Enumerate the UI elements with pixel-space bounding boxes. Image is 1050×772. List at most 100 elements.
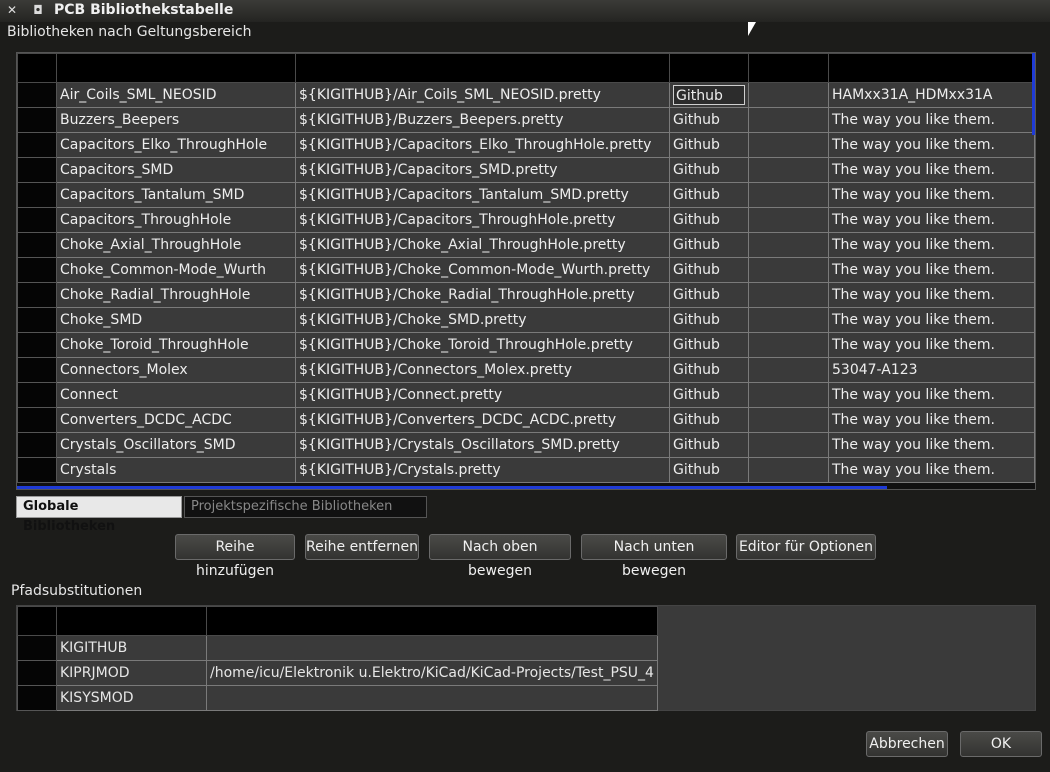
library-grid[interactable]: Air_Coils_SML_NEOSID ${KIGITHUB}/Air_Coil… [16, 52, 1036, 490]
library-description-cell[interactable]: The way you like them. [828, 432, 1035, 458]
library-description-cell[interactable]: The way you like them. [828, 132, 1035, 158]
row-header[interactable] [17, 182, 57, 208]
row-header[interactable] [17, 635, 57, 661]
close-icon[interactable]: ✕ [4, 2, 20, 18]
library-uri-cell[interactable]: ${KIGITHUB}/Choke_SMD.pretty [295, 307, 670, 333]
remove-row-button[interactable]: Reihe entfernen [305, 534, 419, 560]
table-row[interactable]: Crystals_Oscillators_SMD ${KIGITHUB}/Crys… [17, 432, 1035, 458]
library-uri-cell[interactable]: ${KIGITHUB}/Choke_Common-Mode_Wurth.pret… [295, 257, 670, 283]
env-name-cell[interactable]: KIPRJMOD [56, 660, 207, 686]
env-name-cell[interactable]: KISYSMOD [56, 685, 207, 711]
column-header-options[interactable] [748, 53, 829, 83]
library-description-cell[interactable]: The way you like them. [828, 107, 1035, 133]
library-type-cell[interactable]: Github [669, 207, 749, 233]
tab-global-libraries[interactable]: Globale Bibliotheken [16, 496, 182, 534]
library-uri-cell[interactable]: ${KIGITHUB}/Connect.pretty [295, 382, 670, 408]
library-description-cell[interactable]: The way you like them. [828, 232, 1035, 258]
row-header[interactable] [17, 407, 57, 433]
library-options-cell[interactable] [748, 232, 829, 258]
library-description-cell[interactable]: The way you like them. [828, 332, 1035, 358]
library-description-cell[interactable]: The way you like them. [828, 182, 1035, 208]
row-header[interactable] [17, 660, 57, 686]
row-header[interactable] [17, 232, 57, 258]
library-type-cell[interactable]: Github▼ [669, 82, 749, 108]
column-header-env-path[interactable] [206, 606, 658, 636]
library-type-cell[interactable]: Github [669, 182, 749, 208]
library-nickname-cell[interactable]: Buzzers_Beepers [56, 107, 296, 133]
column-header-uri[interactable] [295, 53, 670, 83]
table-row[interactable]: KIPRJMOD/home/icu/Elektronik u.Elektro/K… [17, 660, 658, 686]
row-header[interactable] [17, 107, 57, 133]
row-header[interactable] [17, 82, 57, 108]
ok-button[interactable]: OK [960, 731, 1042, 757]
library-description-cell[interactable]: 53047-A123 [828, 357, 1035, 383]
column-header-description[interactable] [828, 53, 1035, 83]
column-header-env-name[interactable] [56, 606, 207, 636]
library-uri-cell[interactable]: ${KIGITHUB}/Choke_Radial_ThroughHole.pre… [295, 282, 670, 308]
library-nickname-cell[interactable]: Connect [56, 382, 296, 408]
library-nickname-cell[interactable]: Choke_Toroid_ThroughHole [56, 332, 296, 358]
path-substitutions-grid[interactable]: KIGITHUB KIPRJMOD/home/icu/Elektronik u.E… [16, 605, 1036, 711]
library-type-cell[interactable]: Github [669, 407, 749, 433]
row-header[interactable] [17, 207, 57, 233]
table-row[interactable]: Connectors_Molex ${KIGITHUB}/Connectors_M… [17, 357, 1035, 383]
library-uri-cell[interactable]: ${KIGITHUB}/Crystals_Oscillators_SMD.pre… [295, 432, 670, 458]
table-row[interactable]: Choke_Radial_ThroughHole ${KIGITHUB}/Chok… [17, 282, 1035, 308]
library-nickname-cell[interactable]: Choke_SMD [56, 307, 296, 333]
env-path-cell[interactable] [206, 635, 658, 661]
env-path-cell[interactable] [206, 685, 658, 711]
library-options-cell[interactable] [748, 382, 829, 408]
library-nickname-cell[interactable]: Capacitors_SMD [56, 157, 296, 183]
library-description-cell[interactable]: The way you like them. [828, 282, 1035, 308]
env-path-cell[interactable]: /home/icu/Elektronik u.Elektro/KiCad/KiC… [206, 660, 658, 686]
table-row[interactable]: Choke_Axial_ThroughHole ${KIGITHUB}/Choke… [17, 232, 1035, 258]
row-header[interactable] [17, 382, 57, 408]
library-type-cell[interactable]: Github [669, 132, 749, 158]
library-description-cell[interactable]: The way you like them. [828, 207, 1035, 233]
library-nickname-cell[interactable]: Choke_Common-Mode_Wurth [56, 257, 296, 283]
library-uri-cell[interactable]: ${KIGITHUB}/Choke_Toroid_ThroughHole.pre… [295, 332, 670, 358]
library-uri-cell[interactable]: ${KIGITHUB}/Choke_Axial_ThroughHole.pret… [295, 232, 670, 258]
library-nickname-cell[interactable]: Capacitors_Elko_ThroughHole [56, 132, 296, 158]
library-type-cell[interactable]: Github [669, 332, 749, 358]
library-nickname-cell[interactable]: Choke_Radial_ThroughHole [56, 282, 296, 308]
library-options-cell[interactable] [748, 182, 829, 208]
library-description-cell[interactable]: The way you like them. [828, 457, 1035, 483]
library-options-cell[interactable] [748, 457, 829, 483]
column-header-type[interactable] [669, 53, 749, 83]
library-type-cell[interactable]: Github [669, 457, 749, 483]
library-type-cell[interactable]: Github [669, 432, 749, 458]
library-options-cell[interactable] [748, 107, 829, 133]
library-description-cell[interactable]: The way you like them. [828, 382, 1035, 408]
library-uri-cell[interactable]: ${KIGITHUB}/Air_Coils_SML_NEOSID.pretty [295, 82, 670, 108]
library-description-cell[interactable]: The way you like them. [828, 157, 1035, 183]
library-options-cell[interactable] [748, 307, 829, 333]
row-header[interactable] [17, 132, 57, 158]
library-nickname-cell[interactable]: Crystals [56, 457, 296, 483]
grid-scrollbar-horizontal[interactable] [17, 486, 887, 489]
library-nickname-cell[interactable]: Capacitors_Tantalum_SMD [56, 182, 296, 208]
table-row[interactable]: Capacitors_SMD ${KIGITHUB}/Capacitors_SMD… [17, 157, 1035, 183]
env-name-cell[interactable]: KIGITHUB [56, 635, 207, 661]
library-type-cell[interactable]: Github [669, 257, 749, 283]
library-description-cell[interactable]: The way you like them. [828, 407, 1035, 433]
move-down-button[interactable]: Nach unten bewegen [581, 534, 727, 579]
table-row[interactable]: KISYSMOD [17, 685, 658, 711]
cancel-button[interactable]: Abbrechen [866, 731, 948, 757]
library-description-cell[interactable]: HAMxx31A_HDMxx31A [828, 82, 1035, 108]
table-row[interactable]: Capacitors_Tantalum_SMD ${KIGITHUB}/Capac… [17, 182, 1035, 208]
row-header[interactable] [17, 257, 57, 283]
library-nickname-cell[interactable]: Crystals_Oscillators_SMD [56, 432, 296, 458]
table-row[interactable]: Choke_Common-Mode_Wurth ${KIGITHUB}/Choke… [17, 257, 1035, 283]
library-nickname-cell[interactable]: Connectors_Molex [56, 357, 296, 383]
table-row[interactable]: Converters_DCDC_ACDC ${KIGITHUB}/Converte… [17, 407, 1035, 433]
library-uri-cell[interactable]: ${KIGITHUB}/Capacitors_ThroughHole.prett… [295, 207, 670, 233]
table-row[interactable]: Buzzers_Beepers ${KIGITHUB}/Buzzers_Beepe… [17, 107, 1035, 133]
grid-scrollbar-vertical[interactable] [1032, 53, 1035, 135]
library-nickname-cell[interactable]: Converters_DCDC_ACDC [56, 407, 296, 433]
table-row[interactable]: Air_Coils_SML_NEOSID ${KIGITHUB}/Air_Coil… [17, 82, 1035, 108]
library-nickname-cell[interactable]: Choke_Axial_ThroughHole [56, 232, 296, 258]
library-type-cell[interactable]: Github [669, 307, 749, 333]
library-uri-cell[interactable]: ${KIGITHUB}/Converters_DCDC_ACDC.pretty [295, 407, 670, 433]
table-row[interactable]: Connect ${KIGITHUB}/Connect.pretty Github T… [17, 382, 1035, 408]
